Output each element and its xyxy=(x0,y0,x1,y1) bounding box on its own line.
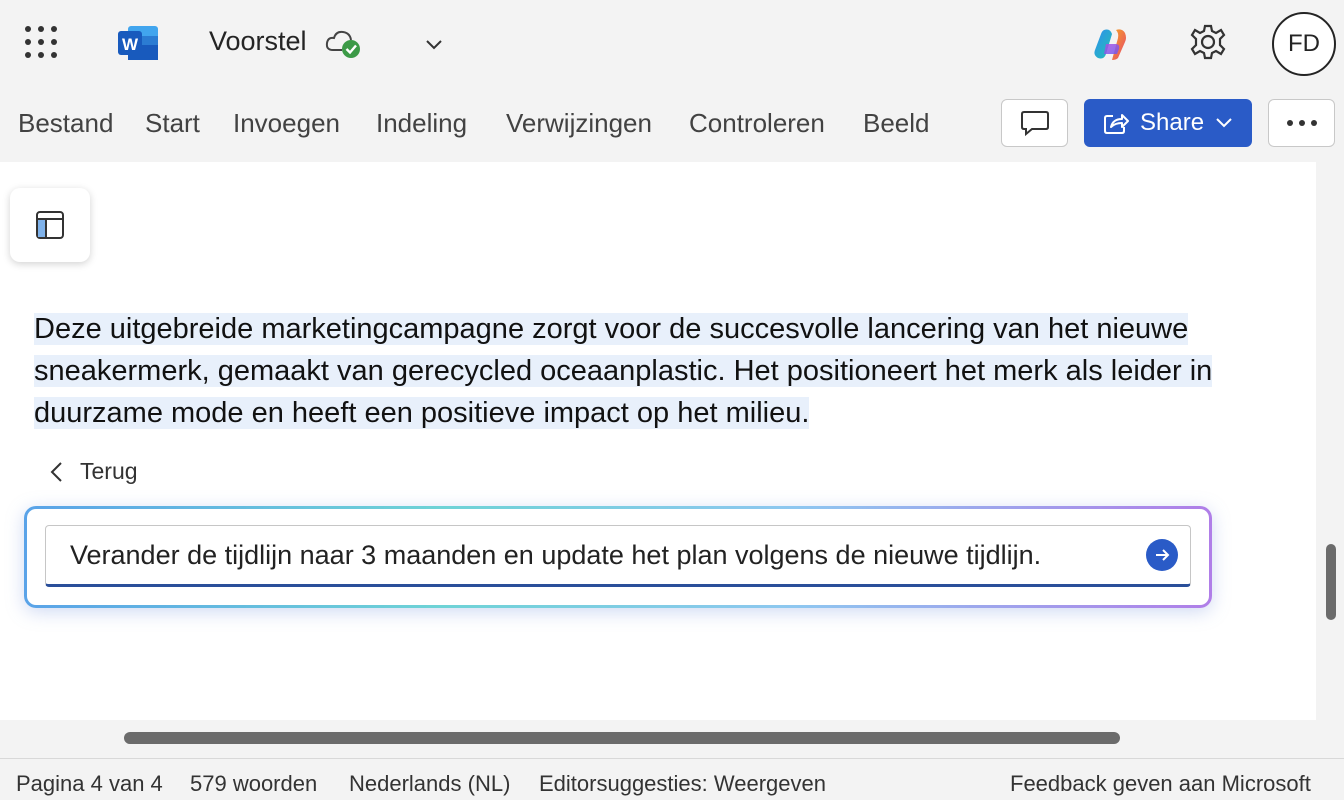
menu-bar: Bestand Start Invoegen Indeling Verwijzi… xyxy=(0,88,1344,162)
tab-beeld[interactable]: Beeld xyxy=(863,108,930,139)
send-arrow-icon xyxy=(1156,549,1170,561)
comment-icon xyxy=(1020,111,1049,137)
word-logo-icon[interactable]: W xyxy=(116,24,160,62)
status-bar: Pagina 4 van 4 579 woorden Nederlands (N… xyxy=(0,758,1344,800)
navigation-pane-icon xyxy=(36,211,64,239)
copilot-prompt-panel xyxy=(24,506,1212,608)
title-bar: W Voorstel FD xyxy=(0,0,1344,88)
share-chevron-down-icon xyxy=(1216,118,1232,128)
paragraph-text: Deze uitgebreide marketingcampagne zorgt… xyxy=(34,313,1213,429)
share-label: Share xyxy=(1140,109,1205,136)
prompt-input-box xyxy=(45,525,1191,587)
chevron-down-icon[interactable] xyxy=(422,34,446,54)
share-button[interactable]: Share xyxy=(1084,99,1252,147)
vertical-scrollbar-track[interactable] xyxy=(1316,162,1344,720)
more-options-button[interactable] xyxy=(1268,99,1335,147)
back-button[interactable]: Terug xyxy=(48,458,138,485)
vertical-scrollbar-thumb[interactable] xyxy=(1326,544,1336,620)
document-title[interactable]: Voorstel xyxy=(209,26,307,57)
tab-indeling[interactable]: Indeling xyxy=(376,108,467,139)
status-language[interactable]: Nederlands (NL) xyxy=(349,771,510,797)
user-avatar[interactable]: FD xyxy=(1272,12,1336,76)
selected-paragraph[interactable]: Deze uitgebreide marketingcampagne zorgt… xyxy=(34,308,1264,434)
tab-invoegen[interactable]: Invoegen xyxy=(233,108,340,139)
status-feedback-link[interactable]: Feedback geven aan Microsoft xyxy=(1010,771,1311,797)
word-logo-letter: W xyxy=(122,35,139,54)
back-chevron-icon xyxy=(50,461,62,482)
copilot-icon[interactable] xyxy=(1090,24,1130,64)
app-launcher-icon[interactable] xyxy=(24,25,58,59)
back-label: Terug xyxy=(80,458,138,484)
document-canvas[interactable]: Deze uitgebreide marketingcampagne zorgt… xyxy=(0,162,1316,720)
status-page-count[interactable]: Pagina 4 van 4 xyxy=(16,771,163,797)
status-editor-suggestions[interactable]: Editorsuggesties: Weergeven xyxy=(539,771,826,797)
navigation-pane-button[interactable] xyxy=(10,188,90,262)
status-word-count[interactable]: 579 woorden xyxy=(190,771,317,797)
more-icon xyxy=(1286,120,1317,126)
tab-start[interactable]: Start xyxy=(145,108,200,139)
prompt-input[interactable] xyxy=(46,526,1136,584)
share-icon xyxy=(1104,114,1129,134)
send-button[interactable] xyxy=(1146,539,1178,571)
comments-button[interactable] xyxy=(1001,99,1068,147)
cloud-saved-icon[interactable] xyxy=(324,28,362,60)
tab-bestand[interactable]: Bestand xyxy=(18,108,113,139)
horizontal-scrollbar-thumb[interactable] xyxy=(124,732,1120,744)
tab-verwijzingen[interactable]: Verwijzingen xyxy=(506,108,652,139)
tab-controleren[interactable]: Controleren xyxy=(689,108,825,139)
gear-icon[interactable] xyxy=(1188,22,1228,62)
